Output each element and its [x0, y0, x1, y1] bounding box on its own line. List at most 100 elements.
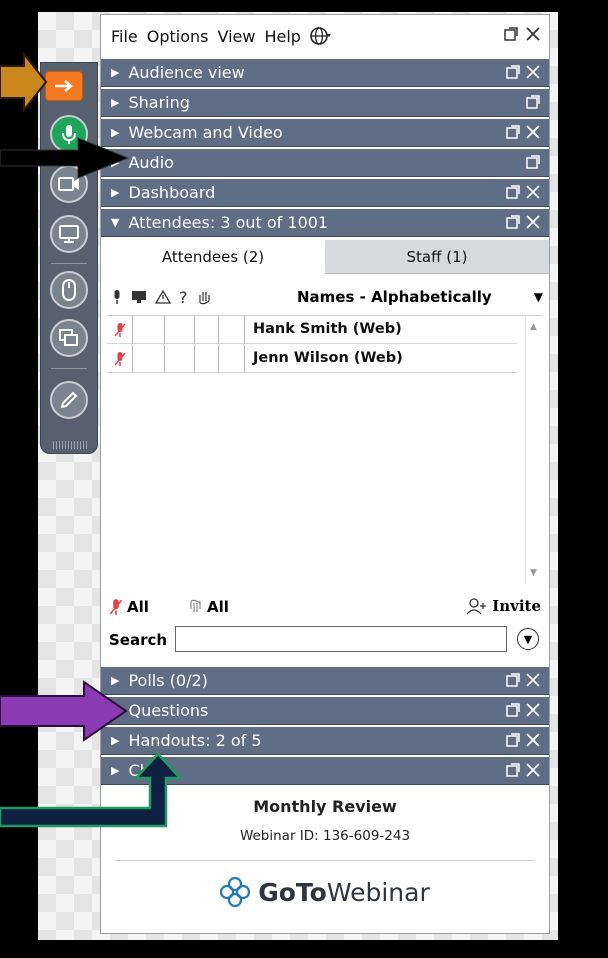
- section-label: Polls (0/2): [128, 671, 208, 690]
- section-sharing[interactable]: ▶ Sharing: [101, 89, 549, 117]
- status-cell: [219, 316, 245, 344]
- attendee-name: Jenn Wilson (Web): [253, 350, 403, 366]
- annotation-arrow-black: [0, 137, 130, 179]
- table-row[interactable]: Jenn Wilson (Web): [107, 345, 517, 373]
- scroll-down-icon[interactable]: ▼: [530, 568, 537, 578]
- popout-icon[interactable]: [503, 26, 519, 42]
- lower-all-hands-button[interactable]: All: [187, 598, 229, 616]
- annotation-arrow-navy: [0, 752, 183, 828]
- microphone-icon[interactable]: [111, 289, 123, 305]
- section-audio[interactable]: ▶ Audio: [101, 149, 549, 177]
- scroll-up-icon[interactable]: ▲: [530, 322, 537, 332]
- expand-triangle-icon: ▶: [111, 96, 120, 109]
- section-questions[interactable]: ▶ Questions: [101, 697, 549, 725]
- chevron-down-icon[interactable]: ▼: [534, 290, 543, 304]
- section-label: Questions: [128, 701, 209, 720]
- warning-icon[interactable]: [155, 289, 171, 305]
- popout-icon[interactable]: [505, 124, 521, 140]
- mute-all-label: All: [127, 598, 149, 616]
- popout-icon[interactable]: [505, 702, 521, 718]
- drawing-tools-button[interactable]: [50, 381, 88, 419]
- menu-options[interactable]: Options: [147, 27, 209, 46]
- popout-icon[interactable]: [525, 94, 541, 110]
- section-label: Dashboard: [128, 183, 216, 202]
- section-webcam-video[interactable]: ▶ Webcam and Video: [101, 119, 549, 147]
- status-cell: [133, 345, 165, 373]
- popout-icon[interactable]: [505, 64, 521, 80]
- attendee-list: Hank Smith (Web) Jenn Wilson (Web) ▲ ▼: [107, 315, 543, 584]
- invite-button[interactable]: Invite: [466, 597, 541, 615]
- mute-all-button[interactable]: All: [109, 598, 149, 616]
- close-icon[interactable]: [525, 26, 541, 42]
- close-icon[interactable]: [525, 214, 541, 230]
- section-attendees[interactable]: ▼ Attendees: 3 out of 1001: [101, 209, 549, 237]
- list-scrollbar[interactable]: ▲ ▼: [525, 316, 543, 584]
- gotowebinar-flower-icon: [220, 877, 251, 907]
- menu-view[interactable]: View: [218, 27, 256, 46]
- menu-file[interactable]: File: [111, 27, 138, 46]
- table-row[interactable]: Hank Smith (Web): [107, 316, 517, 344]
- control-toolbar: [40, 62, 98, 454]
- search-row: Search ▼: [107, 625, 543, 657]
- close-icon[interactable]: [525, 762, 541, 778]
- popout-icon[interactable]: [505, 672, 521, 688]
- close-icon[interactable]: [525, 672, 541, 688]
- popout-icon[interactable]: [505, 762, 521, 778]
- close-icon[interactable]: [525, 64, 541, 80]
- status-cell: [165, 316, 195, 344]
- window-switch-button[interactable]: [50, 319, 88, 357]
- screen-viewer-icon[interactable]: [131, 289, 147, 305]
- section-handouts[interactable]: ▶ Handouts: 2 of 5: [101, 727, 549, 755]
- annotation-arrow-gold: [0, 52, 48, 112]
- section-label: Handouts: 2 of 5: [128, 731, 262, 750]
- section-label: Audio: [128, 153, 174, 172]
- tab-attendees[interactable]: Attendees (2): [101, 240, 325, 274]
- globe-icon[interactable]: [310, 26, 332, 46]
- collapse-panel-button[interactable]: [45, 71, 83, 101]
- close-icon[interactable]: [525, 732, 541, 748]
- muted-microphone-icon: [109, 599, 123, 615]
- popout-icon[interactable]: [505, 732, 521, 748]
- toolbar-divider: [51, 368, 87, 369]
- brand-bold: GoTo: [258, 877, 327, 907]
- menu-help[interactable]: Help: [264, 27, 300, 46]
- status-cell: [165, 345, 195, 373]
- search-input[interactable]: [175, 626, 507, 652]
- attendee-column-header: ? Names - Alphabetically ▼: [107, 283, 543, 311]
- status-cell: [195, 316, 219, 344]
- attendee-tabs: Attendees (2) Staff (1): [101, 240, 549, 274]
- close-icon[interactable]: [525, 702, 541, 718]
- invite-label: Invite: [492, 597, 541, 615]
- expand-triangle-icon: ▶: [111, 186, 120, 199]
- search-options-icon[interactable]: ▼: [517, 628, 539, 650]
- popout-icon[interactable]: [525, 154, 541, 170]
- add-user-icon: [466, 598, 487, 615]
- section-dashboard[interactable]: ▶ Dashboard: [101, 179, 549, 207]
- section-label: Webcam and Video: [128, 123, 283, 142]
- question-icon[interactable]: ?: [179, 288, 188, 307]
- popout-icon[interactable]: [505, 214, 521, 230]
- windows-icon: [59, 329, 78, 346]
- screen-share-button[interactable]: [50, 215, 88, 253]
- mouse-icon: [62, 279, 76, 301]
- muted-microphone-icon[interactable]: [107, 345, 133, 373]
- close-icon[interactable]: [525, 184, 541, 200]
- brand-light: Webinar: [326, 877, 430, 907]
- popout-icon[interactable]: [505, 184, 521, 200]
- pencil-icon: [60, 391, 78, 409]
- footer-divider: [115, 860, 535, 861]
- close-icon[interactable]: [525, 124, 541, 140]
- raise-hand-icon[interactable]: [196, 289, 212, 305]
- arrow-right-icon: [55, 80, 73, 92]
- section-label: Sharing: [128, 93, 190, 112]
- muted-microphone-icon[interactable]: [107, 316, 133, 344]
- sort-dropdown-label[interactable]: Names - Alphabetically: [297, 288, 492, 306]
- search-label: Search: [109, 631, 168, 649]
- keyboard-mouse-button[interactable]: [50, 271, 88, 309]
- menu-bar: File Options View Help: [101, 15, 549, 57]
- section-audience-view[interactable]: ▶ Audience view: [101, 59, 549, 87]
- toolbar-grip[interactable]: [53, 441, 87, 449]
- section-polls[interactable]: ▶ Polls (0/2): [101, 667, 549, 695]
- status-cell: [219, 345, 245, 373]
- tab-staff[interactable]: Staff (1): [325, 240, 549, 274]
